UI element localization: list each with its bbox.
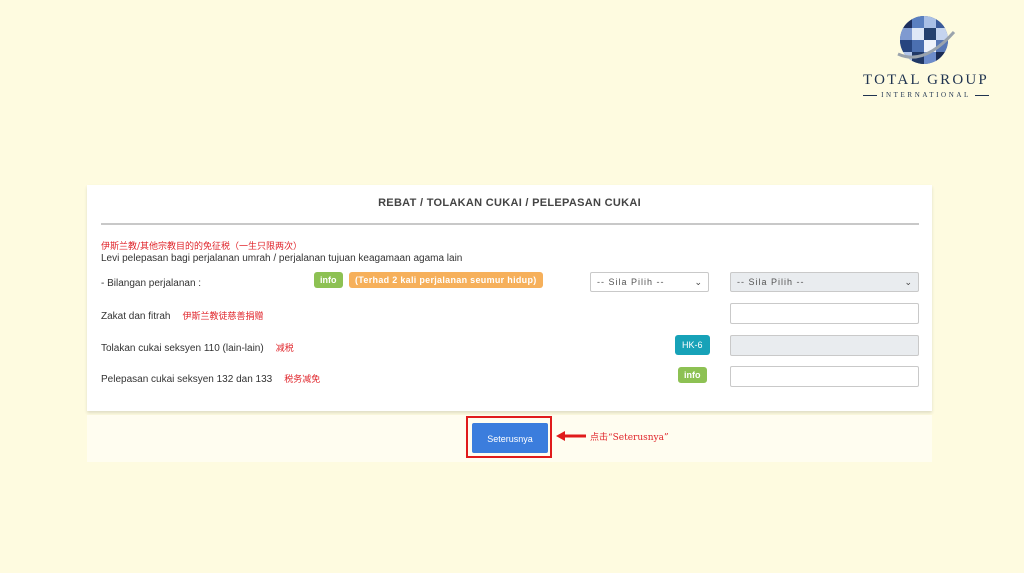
- tax-rebate-form-card: REBAT / TOLAKAN CUKAI / PELEPASAN CUKAI …: [87, 185, 932, 411]
- chevron-down-icon: ⌄: [694, 277, 702, 287]
- bilangan-label: - Bilangan perjalanan :: [101, 278, 202, 289]
- tolakan-input[interactable]: [730, 335, 919, 356]
- brand-name: TOTAL GROUP: [863, 72, 989, 88]
- trip-detail-select[interactable]: -- Sila Pilih -- ⌄: [730, 272, 919, 292]
- zakat-label: Zakat dan fitrah: [101, 311, 171, 322]
- tolakan-annotation: 减税: [275, 344, 294, 354]
- globe-logo-icon: [897, 16, 956, 64]
- form-title: REBAT / TOLAKAN CUKAI / PELEPASAN CUKAI: [378, 197, 641, 209]
- levi-description: Levi pelepasan bagi perjalanan umrah / p…: [101, 253, 463, 264]
- tolakan-label: Tolakan cukai seksyen 110 (lain-lain): [101, 343, 264, 354]
- levi-annotation: 伊斯兰教/其他宗教目的的免征税（一生只限两次）: [101, 242, 303, 252]
- pelepasan-info-badge[interactable]: info: [678, 367, 707, 383]
- title-divider: [101, 223, 919, 225]
- hk6-button[interactable]: HK-6: [675, 335, 710, 355]
- pelepasan-label: Pelepasan cukai seksyen 132 dan 133: [101, 374, 273, 385]
- brand-tagline-text: INTERNATIONAL: [881, 91, 971, 99]
- pelepasan-row-label: Pelepasan cukai seksyen 132 dan 133 税务减免: [101, 372, 320, 385]
- trip-detail-select-value: -- Sila Pilih --: [737, 277, 805, 287]
- next-button[interactable]: Seterusnya: [472, 423, 548, 453]
- brand-tagline: INTERNATIONAL: [848, 91, 1004, 99]
- chevron-down-icon: ⌄: [904, 277, 912, 287]
- click-next-annotation: 点击“Seterusnya”: [590, 433, 669, 443]
- trip-count-select[interactable]: -- Sila Pilih -- ⌄: [590, 272, 709, 292]
- company-logo: TOTAL GROUP INTERNATIONAL: [848, 14, 1004, 106]
- arrow-left-icon: [556, 431, 586, 441]
- zakat-input[interactable]: [730, 303, 919, 324]
- bilangan-info-badge[interactable]: info: [314, 272, 343, 288]
- zakat-row-label: Zakat dan fitrah 伊斯兰教徒慈善捐赠: [101, 309, 264, 322]
- tolakan-row-label: Tolakan cukai seksyen 110 (lain-lain) 减税: [101, 341, 294, 354]
- zakat-annotation: 伊斯兰教徒慈善捐赠: [182, 312, 264, 322]
- pelepasan-input[interactable]: [730, 366, 919, 387]
- pelepasan-annotation: 税务减免: [284, 375, 321, 385]
- trip-count-select-value: -- Sila Pilih --: [597, 277, 665, 287]
- trip-limit-badge: (Terhad 2 kali perjalanan seumur hidup): [349, 272, 543, 288]
